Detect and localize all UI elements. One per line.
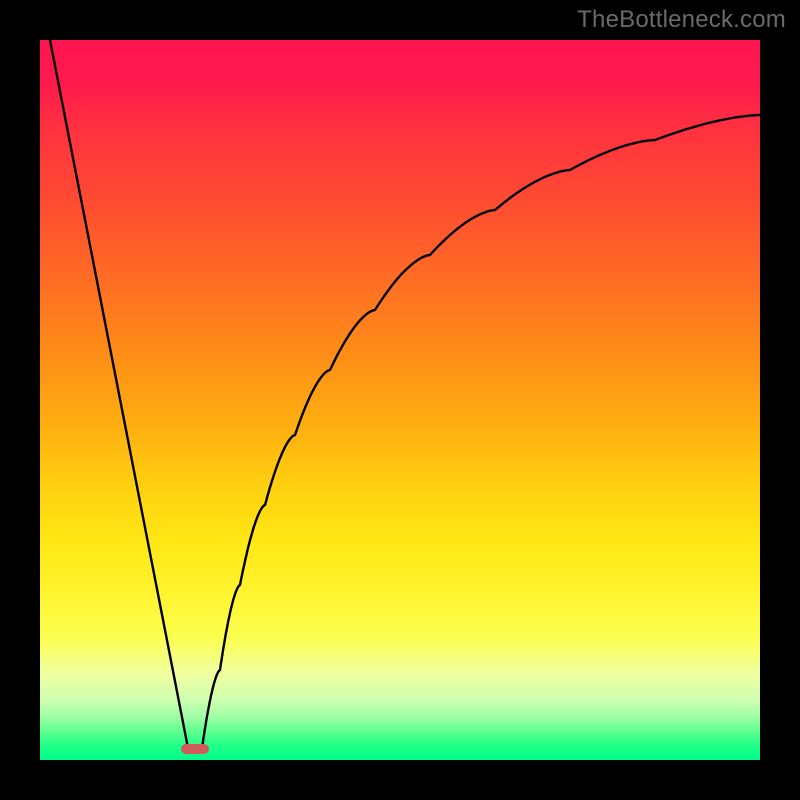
watermark-text: TheBottleneck.com	[577, 6, 786, 34]
right-segment	[202, 115, 760, 748]
chart-frame: TheBottleneck.com	[0, 0, 800, 800]
curve-layer	[40, 40, 760, 760]
left-segment	[50, 40, 188, 748]
red-marker	[181, 744, 209, 754]
curve-group	[50, 40, 760, 754]
plot-area	[40, 40, 760, 760]
